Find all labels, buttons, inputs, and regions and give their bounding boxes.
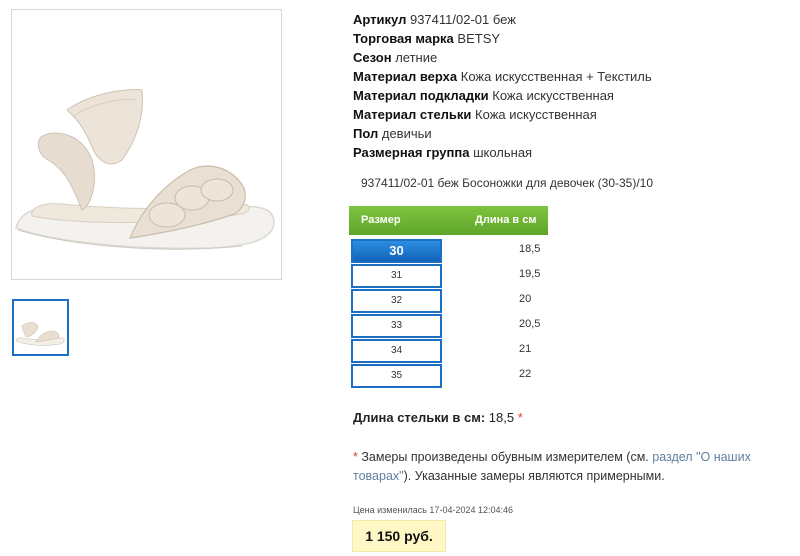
sandal-image [15,89,275,250]
size-length: 21 [519,343,532,355]
asterisk-mark: * [517,410,523,425]
size-row: 33 20,5 [351,314,551,338]
product-thumbnail[interactable] [12,299,69,356]
sandal-thumbnail-image [15,322,65,346]
spec-key: Материал верха [353,69,458,84]
product-main-image[interactable] [11,9,282,280]
insole-length: Длина стельки в см: 18,5 * [353,410,523,425]
product-specs: Артикул 937411/02-01 беж Торговая марка … [353,10,652,162]
spec-value: летние [395,50,438,65]
spec-value: девичьи [381,126,432,141]
size-option-34[interactable]: 34 [351,339,442,363]
spec-key: Пол [353,126,379,141]
asterisk-mark: * [353,450,358,464]
size-length: 18,5 [519,243,541,255]
size-row: 34 21 [351,339,551,363]
spec-row-lining-material: Материал подкладки Кожа искусственная [353,86,652,105]
price-changed-timestamp: Цена изменилась 17-04-2024 12:04:46 [353,505,514,515]
product-sku-line: 937411/02-01 беж Босоножки для девочек (… [361,176,654,190]
size-row: 32 20 [351,289,551,313]
spec-key: Сезон [353,50,392,65]
spec-key: Размерная группа [353,145,470,160]
spec-key: Материал подкладки [353,88,489,103]
size-row: 30 18,5 [351,239,551,263]
size-length: 20,5 [519,318,541,330]
spec-key: Артикул [353,12,407,27]
length-column-header: Длина в см [475,214,537,226]
size-option-33[interactable]: 33 [351,314,442,338]
size-length: 19,5 [519,268,541,280]
size-option-30[interactable]: 30 [351,239,442,263]
size-table-header: Размер Длина в см [349,206,548,235]
spec-value: Кожа искусственная [492,88,614,103]
spec-value: школьная [473,145,533,160]
size-row: 31 19,5 [351,264,551,288]
spec-row-insole-material: Материал стельки Кожа искусственная [353,105,652,124]
spec-row-season: Сезон летние [353,48,652,67]
size-option-35[interactable]: 35 [351,364,442,388]
spec-row-upper-material: Материал верха Кожа искусственная + Текс… [353,67,652,86]
spec-row-article: Артикул 937411/02-01 беж [353,10,652,29]
spec-key: Торговая марка [353,31,454,46]
size-length: 22 [519,368,532,380]
note-text-start: Замеры произведены обувным измерителем (… [361,450,653,464]
spec-value: Кожа искусственная + Текстиль [460,69,652,84]
spec-value: Кожа искусственная [475,107,597,122]
size-row: 35 22 [351,364,551,388]
size-option-31[interactable]: 31 [351,264,442,288]
measurement-note: * Замеры произведены обувным измерителем… [353,448,773,486]
spec-value: 937411/02-01 беж [409,12,516,27]
spec-value: BETSY [457,31,501,46]
size-column-header: Размер [361,214,401,226]
spec-row-brand: Торговая марка BETSY [353,29,652,48]
size-option-32[interactable]: 32 [351,289,442,313]
insole-length-label: Длина стельки в см: [353,410,486,425]
spec-key: Материал стельки [353,107,472,122]
spec-row-size-group: Размерная группа школьная [353,143,652,162]
spec-row-gender: Пол девичьи [353,124,652,143]
price-badge: 1 150 руб. [352,520,446,552]
size-length: 20 [519,293,532,305]
note-text-end: ). Указанные замеры являются примерными. [403,469,665,483]
insole-length-value: 18,5 [488,410,515,425]
